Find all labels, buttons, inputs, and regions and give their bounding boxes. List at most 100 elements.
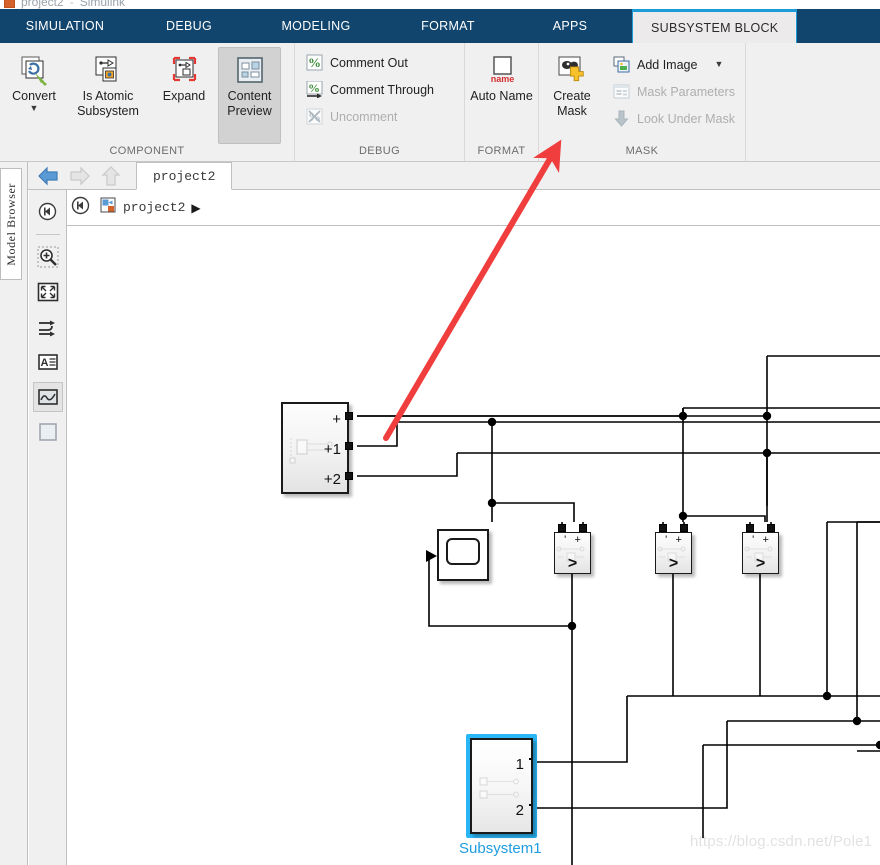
ribbon-empty-space — [746, 43, 880, 161]
main-subsystem-outport-1[interactable] — [345, 442, 353, 450]
annotation-text-icon[interactable]: A — [33, 347, 63, 377]
expand-button[interactable]: Expand — [150, 47, 218, 105]
subsystem1-port-label-0: 1 — [515, 756, 524, 773]
convert-caret-icon[interactable]: ▼ — [30, 104, 39, 113]
toolbar-divider — [35, 234, 60, 235]
compare-block-2-inport-0[interactable] — [659, 524, 667, 532]
model-icon — [100, 197, 117, 219]
tab-subsystem-block[interactable]: SUBSYSTEM BLOCK — [632, 9, 798, 43]
compare-block-3-inport-0[interactable] — [746, 524, 754, 532]
main-subsystem-outport-2[interactable] — [345, 472, 353, 480]
scope-viewer-icon[interactable] — [32, 382, 63, 412]
comment-out-button[interactable]: % Comment Out — [300, 49, 414, 76]
subsystem1-body: 1 2 — [470, 738, 533, 834]
uncomment-label: Uncomment — [330, 109, 398, 124]
svg-text:%: % — [308, 55, 321, 70]
breadcrumb-back-icon[interactable] — [71, 196, 90, 220]
breadcrumb-label[interactable]: project2 — [123, 200, 185, 215]
add-image-label: Add Image — [637, 57, 698, 72]
uncomment-button: % Uncomment — [300, 103, 403, 130]
zoom-in-icon[interactable] — [33, 242, 63, 272]
breadcrumb: project2 ▶ — [67, 190, 880, 226]
add-image-button[interactable]: Add Image ▼ — [607, 51, 741, 78]
look-under-mask-button: Look Under Mask — [607, 105, 741, 132]
convert-label: Convert — [12, 89, 56, 103]
main-subsystem-block[interactable]: + +1 +2 — [281, 402, 353, 494]
comment-through-label: Comment Through — [330, 82, 434, 97]
scope-block-body — [437, 529, 489, 581]
main-subsystem-outport-0[interactable] — [345, 412, 353, 420]
compare-block-3[interactable]: ' + > — [742, 524, 779, 574]
compare-block-1-inport-0[interactable] — [558, 524, 566, 532]
subsystem1-name-label[interactable]: Subsystem1 — [459, 840, 542, 857]
is-atomic-subsystem-button[interactable]: Is Atomic Subsystem — [66, 47, 150, 120]
subsystem1-outport-0[interactable] — [529, 758, 531, 760]
mask-parameters-label: Mask Parameters — [637, 84, 735, 99]
window-title: project2 — [21, 0, 64, 9]
comment-through-icon: % — [306, 80, 323, 99]
convert-button[interactable]: Convert ▼ — [2, 47, 66, 114]
signal-junctions — [487, 411, 880, 750]
subsystem1-outport-1[interactable] — [529, 804, 531, 806]
navigate-back-icon[interactable] — [33, 196, 63, 226]
main-subsystem-port-label-1: +1 — [323, 441, 341, 458]
ribbon-group-title-debug: DEBUG — [358, 145, 401, 157]
comment-out-icon: % — [306, 54, 323, 71]
back-arrow-icon[interactable] — [36, 165, 60, 192]
look-under-mask-label: Look Under Mask — [637, 111, 735, 126]
scope-block[interactable] — [426, 529, 489, 581]
area-block-icon[interactable] — [33, 417, 63, 447]
convert-icon — [18, 54, 50, 86]
main-subsystem-port-label-0: + — [332, 411, 341, 428]
comment-out-label: Comment Out — [330, 55, 408, 70]
model-browser-label: Model Browser — [3, 182, 18, 266]
content-preview-button[interactable]: Content Preview — [218, 47, 281, 144]
app-icon — [4, 0, 15, 8]
model-canvas[interactable]: + +1 +2 ' + > ' + > ' + > 1 2 Subsystem1… — [67, 226, 880, 865]
ribbon-group-format: name Auto Name ▼ FORMAT — [465, 43, 539, 161]
tab-simulation[interactable]: SIMULATION — [0, 9, 130, 43]
ribbon-group-mask: Create Mask Add Image ▼ Mask Parameters … — [539, 43, 746, 161]
fit-to-view-icon[interactable] — [33, 277, 63, 307]
add-image-caret-icon[interactable]: ▼ — [714, 60, 723, 69]
compare-block-2-inport-1[interactable] — [680, 524, 688, 532]
compare-block-1[interactable]: ' + > — [554, 524, 591, 574]
subsystem1-block[interactable]: 1 2 — [470, 738, 533, 834]
main-subsystem-body: + +1 +2 — [281, 402, 349, 494]
navigation-bar: project2 — [0, 162, 880, 190]
svg-text:%: % — [308, 81, 320, 95]
scope-inport-arrow-icon — [426, 550, 437, 562]
model-tab-project2[interactable]: project2 — [136, 162, 233, 190]
model-browser-tab[interactable]: Model Browser — [0, 168, 22, 280]
ribbon: Convert ▼ Is Atomic Subsystem Expand Con… — [0, 43, 880, 162]
compare-block-2[interactable]: ' + > — [655, 524, 692, 574]
compare-block-1-inport-1[interactable] — [579, 524, 587, 532]
watermark-text: https://blog.csdn.net/Pole1 — [690, 833, 873, 850]
compare-block-2-operator: > — [668, 555, 679, 572]
auto-name-button[interactable]: name Auto Name ▼ — [467, 47, 537, 105]
create-mask-label: Create Mask — [553, 89, 591, 118]
comment-through-button[interactable]: % Comment Through — [300, 76, 440, 103]
mask-parameters-icon — [613, 83, 630, 100]
expand-label: Expand — [162, 89, 206, 103]
ribbon-group-component: Convert ▼ Is Atomic Subsystem Expand Con… — [0, 43, 295, 161]
signal-routing-icon[interactable] — [33, 312, 63, 342]
compare-block-3-inport-1[interactable] — [767, 524, 775, 532]
compare-block-1-body: ' + > — [554, 532, 591, 574]
tab-modeling[interactable]: MODELING — [248, 9, 384, 43]
compare-block-1-operator: > — [567, 555, 578, 572]
create-mask-button[interactable]: Create Mask — [543, 47, 601, 120]
canvas-toolbar: A — [29, 190, 67, 865]
look-under-mask-icon — [613, 110, 630, 127]
atomic-subsystem-icon — [92, 54, 124, 86]
tab-debug[interactable]: DEBUG — [130, 9, 248, 43]
tab-format[interactable]: FORMAT — [384, 9, 512, 43]
breadcrumb-arrow-icon[interactable]: ▶ — [191, 201, 200, 215]
title-bar: project2 - Simulink — [0, 0, 880, 9]
uncomment-icon: % — [306, 108, 323, 125]
app-name: Simulink — [79, 0, 126, 9]
simulink-window: project2 - Simulink SIMULATION DEBUG MOD… — [0, 0, 880, 865]
up-arrow-icon — [100, 165, 122, 192]
tab-apps[interactable]: APPS — [512, 9, 628, 43]
ribbon-group-title-mask: MASK — [625, 145, 659, 157]
